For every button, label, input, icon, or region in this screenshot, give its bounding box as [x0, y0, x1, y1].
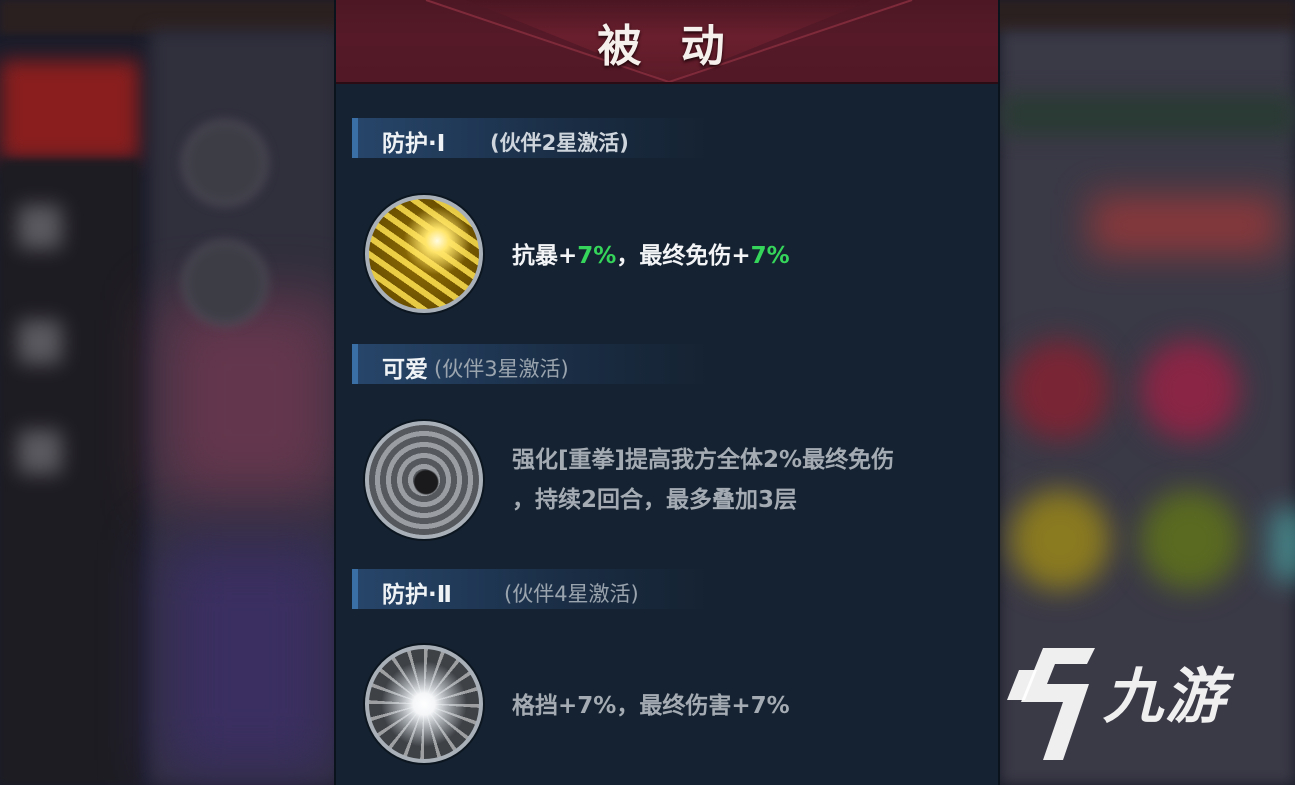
desc-text: 抗暴+ — [512, 243, 578, 269]
section-header-protect-1: 防护·Ⅰ (伙伴2星激活) — [352, 118, 712, 158]
background-sidebar-icon — [18, 320, 62, 364]
background-sidebar — [0, 160, 140, 785]
background-avatar — [182, 240, 268, 326]
desc-value: 7% — [577, 243, 617, 269]
grey-swirl-figure-icon[interactable] — [365, 421, 483, 539]
background-avatar — [182, 120, 268, 206]
background-character-orb — [1010, 340, 1110, 440]
skill-description: 格挡+7%，最终伤害+7% — [512, 693, 790, 719]
passive-skills-panel: 被 动 防护·Ⅰ (伙伴2星激活) 抗暴+7%，最终免伤+7% 可爱 (伙伴3星… — [334, 0, 1000, 785]
section-activation-note: (伙伴4星激活) — [504, 582, 639, 606]
background-right-strip — [1000, 95, 1295, 135]
white-starburst-icon[interactable] — [365, 645, 483, 763]
background-sidebar-icon — [18, 205, 62, 249]
background-glow — [160, 540, 340, 780]
desc-text: ，最终免伤+ — [616, 243, 751, 269]
watermark-text: 九游 — [1103, 662, 1227, 732]
background-glow — [160, 300, 340, 500]
background-sidebar-icon — [18, 430, 62, 474]
panel-title: 被 动 — [597, 21, 737, 72]
skill-description: 强化[重拳]提高我方全体2%最终免伤 ，持续2回合，最多叠加3层 — [512, 440, 894, 520]
skill-description: 抗暴+7%，最终免伤+7% — [512, 236, 790, 276]
background-character-orb — [1140, 490, 1240, 590]
section-activation-note: (伙伴2星激活) — [490, 131, 629, 155]
section-name: 可爱 — [382, 357, 428, 383]
section-name: 防护·Ⅱ — [382, 582, 452, 608]
background-red-tab — [0, 60, 140, 160]
gold-shield-burst-icon[interactable] — [365, 195, 483, 313]
jiuyou-logo-icon — [1007, 648, 1095, 760]
desc-value: 7% — [750, 243, 790, 269]
background-character-orb — [1010, 490, 1110, 590]
jiuyou-watermark: 九游 — [1003, 640, 1273, 770]
panel-header: 被 动 — [336, 0, 998, 84]
desc-line: ，持续2回合，最多叠加3层 — [512, 487, 798, 513]
section-header-cute: 可爱 (伙伴3星激活) — [352, 344, 712, 384]
section-activation-note: (伙伴3星激活) — [434, 357, 569, 381]
background-character-orb — [1140, 340, 1240, 440]
section-name: 防护·Ⅰ — [382, 131, 446, 157]
section-header-protect-2: 防护·Ⅱ (伙伴4星激活) — [352, 569, 712, 609]
desc-line: 强化[重拳]提高我方全体2%最终免伤 — [512, 447, 895, 473]
background-glow — [1270, 510, 1295, 580]
background-red-banner — [1090, 195, 1280, 255]
